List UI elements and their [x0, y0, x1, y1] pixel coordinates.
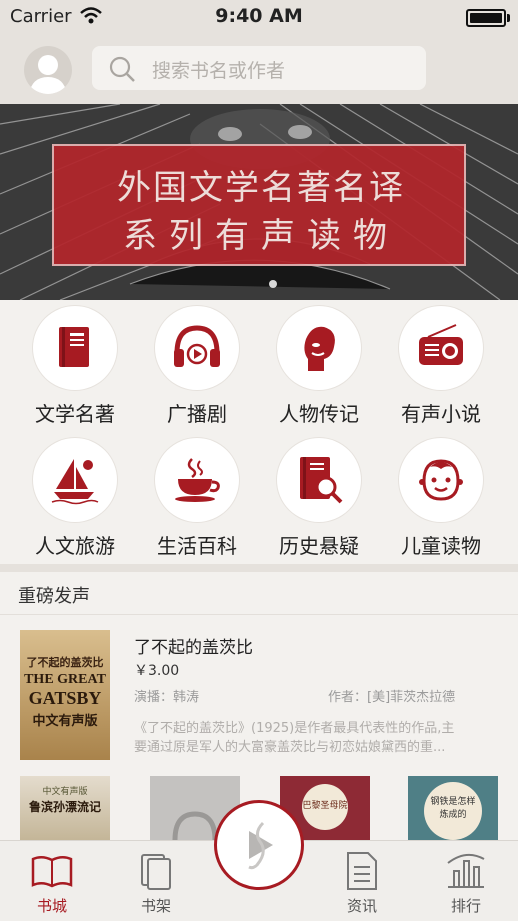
avatar[interactable] [24, 46, 72, 94]
magnifier-book-icon [300, 457, 343, 504]
featured-section-header: 重磅发声 [0, 572, 518, 615]
tab-label: 书架 [140, 897, 171, 915]
banner-title-box: 外国文学名著名译 系列有声读物 [52, 144, 466, 266]
status-time: 9:40 AM [215, 5, 303, 27]
category-icon-circle [155, 438, 239, 522]
search-input[interactable]: 搜索书名或作者 [152, 56, 285, 83]
cover-title: 钢铁是怎样 [430, 797, 476, 807]
category-label: 人文旅游 [35, 534, 115, 558]
sailboat-icon [51, 459, 99, 505]
play-music-icon [225, 811, 293, 879]
tab-label: 书城 [36, 897, 67, 915]
category-icon-circle [399, 438, 483, 522]
category-label: 文学名著 [35, 402, 115, 426]
open-book-icon [31, 856, 73, 888]
category-icon-circle [399, 306, 483, 390]
featured-book-item[interactable]: 了不起的盖茨比 THE GREAT GATSBY 中文有声版 了不起的盖茨比 ￥… [0, 615, 518, 769]
center-play-button[interactable] [214, 800, 304, 890]
coffee-cup-icon [175, 458, 220, 502]
book-cover[interactable]: 了不起的盖茨比 THE GREAT GATSBY 中文有声版 [20, 630, 110, 760]
section-title: 重磅发声 [18, 586, 90, 607]
tab-news[interactable]: 资讯 [312, 841, 412, 921]
section-divider [0, 564, 518, 572]
cover-title-cn: 了不起的盖茨比 [26, 656, 104, 669]
category-label: 生活百科 [157, 534, 237, 558]
search-bar[interactable]: 搜索书名或作者 [92, 46, 426, 90]
category-icon-circle [33, 438, 117, 522]
category-radio-drama[interactable]: 广播剧 [137, 300, 257, 426]
bookshelf-icon [141, 854, 171, 890]
book-description-line2: 要通过原是军人的大富豪盖茨比与初恋姑娘黛西的重... [134, 740, 446, 755]
category-icon-circle [277, 438, 361, 522]
category-label: 广播剧 [167, 402, 227, 426]
category-literature[interactable]: 文学名著 [15, 300, 135, 426]
cover-title: 鲁滨孙漂流记 [28, 800, 101, 814]
bar-chart-icon [447, 853, 485, 888]
tab-label: 资讯 [346, 897, 377, 915]
radio-icon [419, 324, 463, 365]
category-icon-circle [277, 306, 361, 390]
category-biography[interactable]: 人物传记 [259, 300, 379, 426]
top-header: 搜索书名或作者 [0, 32, 518, 104]
tab-label: 排行 [450, 897, 481, 915]
cover-title-en-1: THE GREAT [24, 672, 106, 687]
category-history-mystery[interactable]: 历史悬疑 [259, 432, 379, 558]
category-label: 历史悬疑 [279, 534, 359, 558]
search-icon [109, 56, 135, 82]
status-bar: Carrier 9:40 AM [0, 0, 518, 32]
category-children[interactable]: 儿童读物 [381, 432, 501, 558]
user-silhouette-icon [29, 55, 67, 94]
portrait-icon [304, 326, 335, 371]
category-label: 有声小说 [401, 402, 481, 426]
category-audio-novel[interactable]: 有声小说 [381, 300, 501, 426]
category-travel[interactable]: 人文旅游 [15, 432, 135, 558]
book-narrator: 演播：韩涛 [134, 690, 200, 705]
category-icon-circle [155, 306, 239, 390]
book-price: ￥3.00 [134, 663, 180, 679]
cover-subtitle: 中文有声版 [32, 714, 98, 729]
tab-bookshelf[interactable]: 书架 [106, 841, 206, 921]
page-indicator-dot-active[interactable] [269, 280, 277, 288]
book-title[interactable]: 了不起的盖茨比 [134, 633, 253, 658]
cover-title: 巴黎圣母院 [302, 801, 348, 811]
category-label: 人物传记 [279, 402, 359, 426]
news-document-icon [347, 852, 377, 890]
promo-banner[interactable]: 外国文学名著名译 系列有声读物 [0, 104, 518, 300]
category-label: 儿童读物 [401, 534, 481, 558]
banner-title-line1: 外国文学名著名译 [117, 168, 405, 208]
category-icon-circle [33, 306, 117, 390]
cover-title-en-2: GATSBY [28, 688, 102, 708]
child-face-icon [419, 459, 463, 501]
book-description-line1: 《了不起的盖茨比》(1925)是作者最具代表性的作品,主 [134, 721, 455, 736]
book-author: 作者：[美]菲茨杰拉德 [328, 690, 456, 705]
tab-bookstore[interactable]: 书城 [2, 841, 102, 921]
cover-title-2: 炼成的 [439, 810, 467, 820]
battery-icon [466, 9, 510, 27]
category-grid: 文学名著 广播剧 人物传记 有声小说 人文旅游 生活百科 历史悬疑 儿童读物 [0, 300, 518, 564]
banner-title-line2: 系列有声读物 [123, 216, 399, 256]
headphones-icon [174, 325, 220, 367]
category-lifestyle[interactable]: 生活百科 [137, 432, 257, 558]
book-icon [59, 327, 89, 367]
cover-label: 中文有声版 [42, 787, 88, 797]
tab-ranking[interactable]: 排行 [416, 841, 516, 921]
